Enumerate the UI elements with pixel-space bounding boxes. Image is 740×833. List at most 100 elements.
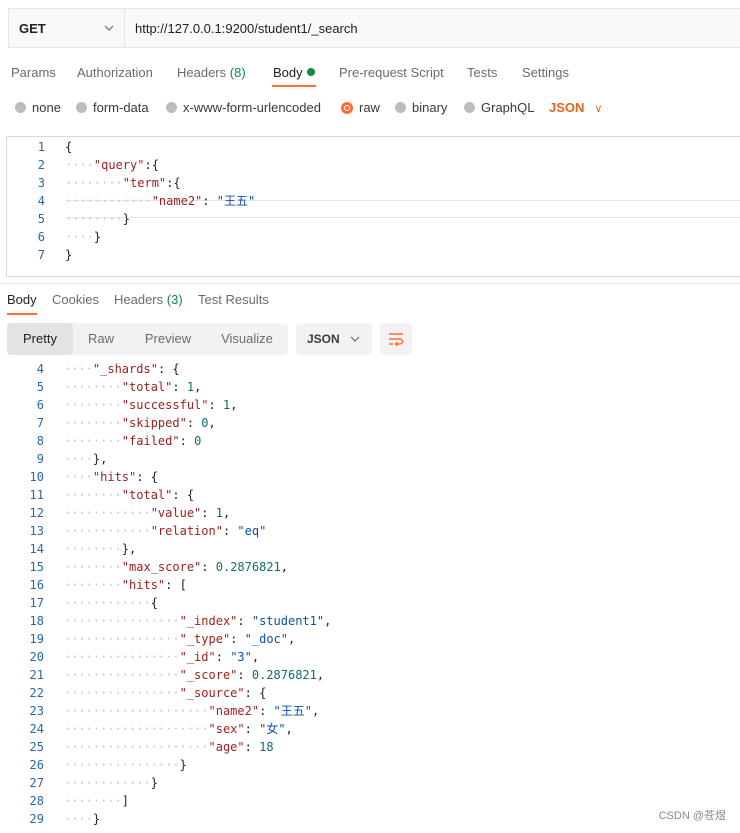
- radio-circle: [395, 102, 406, 113]
- code-line: 3 ········"term":{: [7, 174, 740, 192]
- code-text: ········"total": 1,: [64, 380, 202, 394]
- code-text: ····················"name2": "王五",: [64, 704, 320, 718]
- line-number: 20: [29, 650, 44, 664]
- wrap-lines-button[interactable]: [380, 323, 412, 355]
- code-text: ············}: [64, 776, 158, 790]
- response-tab-test-results[interactable]: Test Results: [198, 292, 269, 307]
- chevron-down-icon: [104, 25, 114, 31]
- tab-tests[interactable]: Tests: [467, 65, 497, 80]
- radio-circle: [15, 102, 26, 113]
- code-line: 16 ········"hits": [: [6, 576, 740, 594]
- code-text: ····"_shards": {: [64, 362, 180, 376]
- view-visualize-button[interactable]: Visualize: [212, 323, 282, 355]
- code-line: 11 ········"total": {: [6, 486, 740, 504]
- line-number: 19: [29, 632, 44, 646]
- line-number: 6: [36, 398, 44, 412]
- code-line: 8 ········"failed": 0: [6, 432, 740, 450]
- line-number: 9: [36, 452, 44, 466]
- tab-headers[interactable]: Headers (8): [177, 65, 246, 80]
- watermark: CSDN @苍煜: [658, 810, 726, 822]
- code-text: ············"relation": "eq": [64, 524, 267, 538]
- code-line: 5 ········}: [7, 210, 740, 228]
- code-line: 4 ············"name2": "王五": [7, 192, 740, 210]
- tab-body[interactable]: Body: [273, 65, 315, 80]
- code-line: 27 ············}: [6, 774, 740, 792]
- code-text: }: [65, 248, 73, 262]
- tab-params[interactable]: Params: [11, 65, 56, 80]
- body-format-select[interactable]: JSON ∨: [549, 100, 602, 115]
- code-text: ········}: [65, 212, 131, 226]
- code-line: 1{: [7, 138, 740, 156]
- code-line: 26 ················}: [6, 756, 740, 774]
- response-format-select[interactable]: JSON: [296, 323, 372, 355]
- code-text: ····}: [64, 812, 101, 826]
- code-line: 29 ····}: [6, 810, 740, 828]
- line-number: 3: [37, 176, 45, 190]
- radio-circle-selected: [341, 101, 353, 114]
- line-number: 22: [29, 686, 44, 700]
- radio-none[interactable]: none: [15, 100, 61, 115]
- radio-urlencoded[interactable]: x-www-form-urlencoded: [166, 100, 321, 115]
- code-text: ····},: [64, 452, 108, 466]
- request-body-editor[interactable]: 1{2 ····"query":{3 ········"term":{4 ······…: [6, 136, 740, 277]
- code-line: 20 ················"_id": "3",: [6, 648, 740, 666]
- line-number: 7: [37, 248, 45, 262]
- radio-circle: [166, 102, 177, 113]
- response-tab-headers[interactable]: Headers (3): [114, 292, 183, 307]
- line-number: 13: [29, 524, 44, 538]
- code-text: ········"successful": 1,: [64, 398, 238, 412]
- code-line: 9 ····},: [6, 450, 740, 468]
- radio-raw[interactable]: raw: [341, 100, 380, 115]
- active-tab-indicator: [272, 85, 316, 87]
- code-text: ················"_id": "3",: [64, 650, 260, 664]
- tab-settings[interactable]: Settings: [522, 65, 569, 80]
- code-line: 24 ····················"sex": "女",: [6, 720, 740, 738]
- radio-graphql[interactable]: GraphQL: [464, 100, 534, 115]
- code-text: ····················"sex": "女",: [64, 722, 293, 736]
- radio-form-data[interactable]: form-data: [76, 100, 149, 115]
- view-raw-button[interactable]: Raw: [77, 323, 125, 355]
- code-text: ········"hits": [: [64, 578, 187, 592]
- code-text: {: [65, 140, 73, 154]
- divider: [0, 283, 740, 284]
- response-tab-body[interactable]: Body: [7, 292, 37, 307]
- tab-pre-request-script[interactable]: Pre-request Script: [339, 65, 444, 80]
- code-text: ················"_score": 0.2876821,: [64, 668, 325, 682]
- wrap-lines-icon: [389, 333, 404, 346]
- code-line: 23 ····················"name2": "王五",: [6, 702, 740, 720]
- code-text: ········"term":{: [65, 176, 181, 190]
- radio-binary[interactable]: binary: [395, 100, 447, 115]
- code-text: ····"hits": {: [64, 470, 158, 484]
- code-line: 6 ····}: [7, 228, 740, 246]
- line-number: 11: [29, 488, 44, 502]
- line-number: 6: [37, 230, 45, 244]
- response-body-viewer[interactable]: 4 ····"_shards": {5 ········"total": 1, 6 ··…: [6, 362, 740, 833]
- code-line: 2 ····"query":{: [7, 156, 740, 174]
- code-text: ········"skipped": 0,: [64, 416, 216, 430]
- code-line: 7 ········"skipped": 0,: [6, 414, 740, 432]
- chevron-down-icon: ∨: [594, 103, 603, 115]
- active-response-tab-indicator: [7, 313, 37, 315]
- code-line: 28 ········]: [6, 792, 740, 810]
- code-line: 15 ········"max_score": 0.2876821,: [6, 558, 740, 576]
- response-tab-cookies[interactable]: Cookies: [52, 292, 99, 307]
- code-line: 22 ················"_source": {: [6, 684, 740, 702]
- line-number: 1: [37, 140, 45, 154]
- method-select[interactable]: GET: [9, 9, 125, 47]
- view-preview-button[interactable]: Preview: [135, 323, 201, 355]
- url-input[interactable]: http://127.0.0.1:9200/student1/_search: [125, 9, 358, 47]
- view-pretty-button[interactable]: Pretty: [7, 323, 73, 355]
- line-number: 18: [29, 614, 44, 628]
- code-line: 10 ····"hits": {: [6, 468, 740, 486]
- tab-authorization[interactable]: Authorization: [77, 65, 153, 80]
- line-number: 12: [29, 506, 44, 520]
- line-number: 15: [29, 560, 44, 574]
- line-number: 26: [29, 758, 44, 772]
- line-number: 10: [29, 470, 44, 484]
- request-bar: GET http://127.0.0.1:9200/student1/_sear…: [8, 8, 740, 48]
- code-text: ············"value": 1,: [64, 506, 231, 520]
- code-text: ················"_type": "_doc",: [64, 632, 296, 646]
- method-label: GET: [19, 20, 46, 36]
- line-number: 4: [37, 194, 45, 208]
- code-text: ········]: [64, 794, 130, 808]
